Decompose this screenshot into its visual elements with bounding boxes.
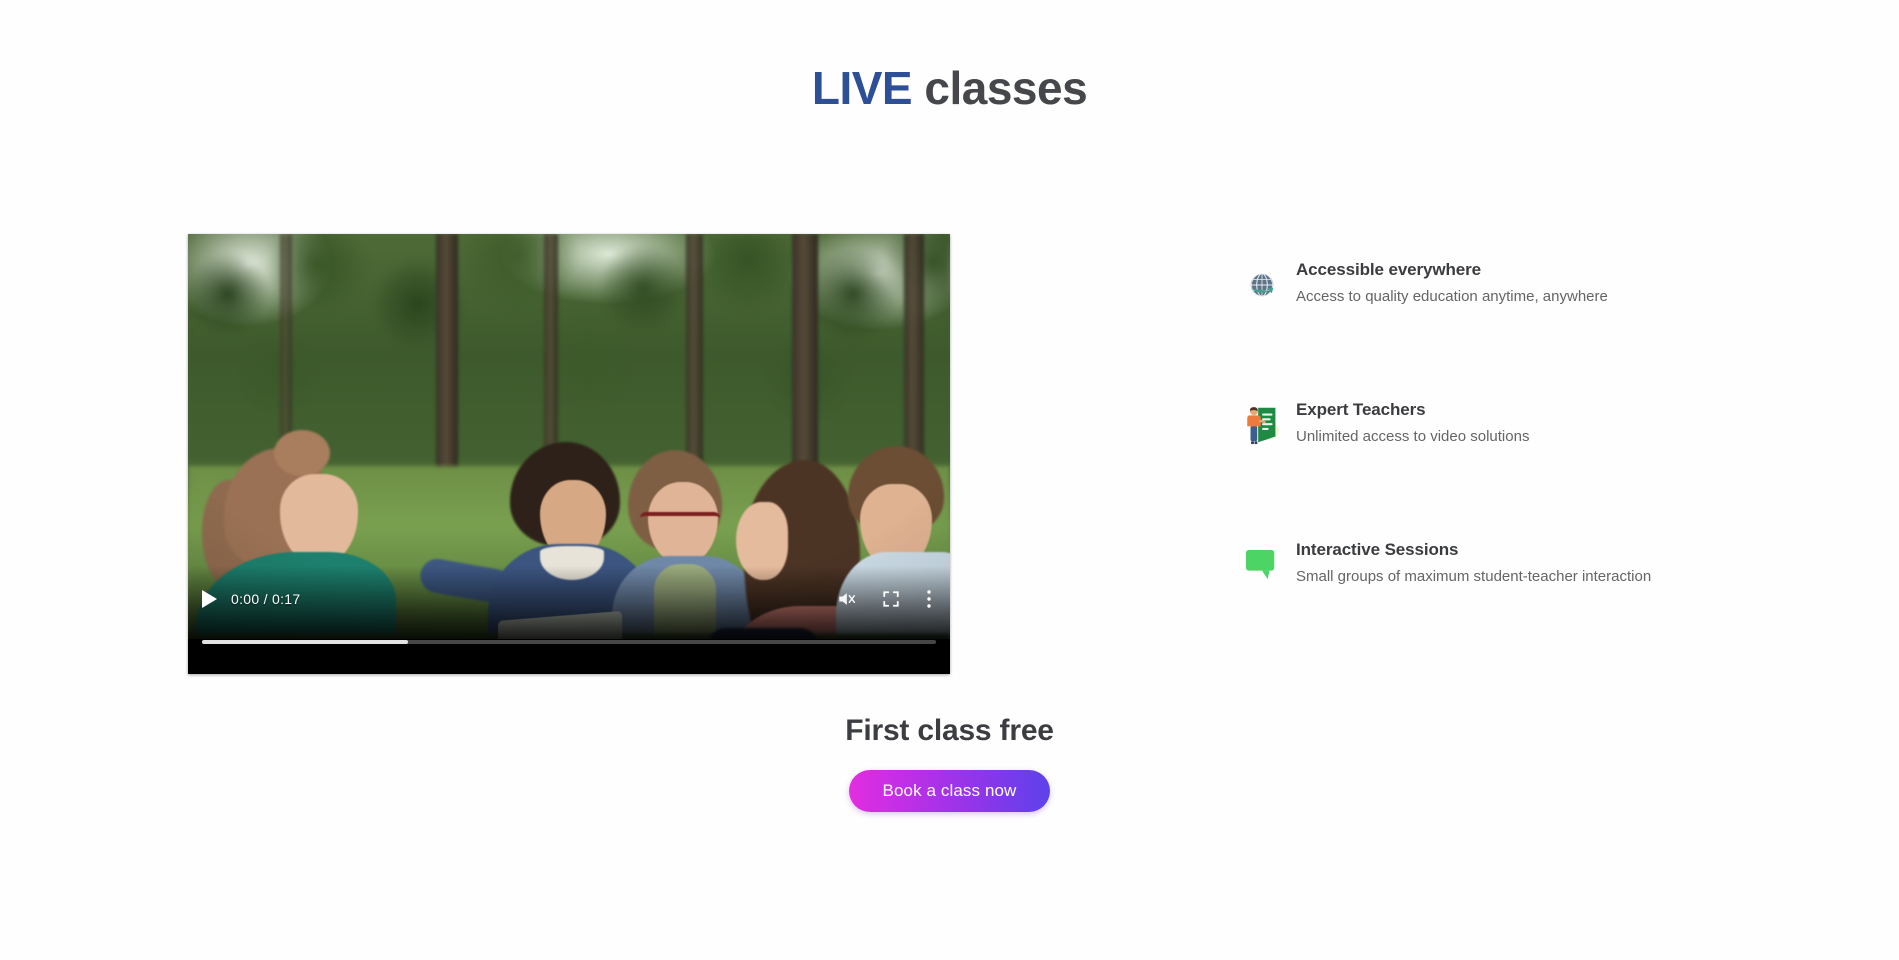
page-title: LIVE classes bbox=[0, 62, 1899, 115]
feature-description: Access to quality education anytime, any… bbox=[1296, 288, 1608, 306]
title-rest: classes bbox=[912, 62, 1088, 114]
video-progress-buffered bbox=[202, 640, 408, 644]
book-a-class-button[interactable]: Book a class now bbox=[848, 770, 1051, 812]
speech-bubble-icon bbox=[1238, 541, 1286, 589]
teacher-board-icon bbox=[1238, 401, 1286, 449]
feature-title: Interactive Sessions bbox=[1296, 540, 1459, 559]
feature-item-expert-teachers: Expert Teachers Unlimited access to vide… bbox=[1238, 398, 1838, 449]
video-player[interactable]: 0:00 / 0:17 bbox=[188, 234, 950, 674]
globe-icon bbox=[1238, 261, 1286, 309]
live-classes-page: LIVE classes 0:00 / 0:17 First class fre… bbox=[0, 0, 1899, 960]
feature-item-interactive-sessions: Interactive Sessions Small groups of max… bbox=[1238, 538, 1838, 589]
cta-heading: First class free bbox=[845, 714, 1054, 747]
features-list: Accessible everywhere Access to quality … bbox=[1238, 258, 1838, 589]
video-controls-bar: 0:00 / 0:17 bbox=[188, 582, 950, 616]
feature-description: Unlimited access to video solutions bbox=[1296, 428, 1530, 446]
video-progress-bar[interactable] bbox=[202, 640, 936, 644]
call-to-action-section: First class free Book a class now bbox=[0, 714, 1899, 812]
feature-title: Accessible everywhere bbox=[1296, 260, 1482, 279]
feature-description: Small groups of maximum student-teacher … bbox=[1296, 568, 1652, 586]
feature-title: Expert Teachers bbox=[1296, 400, 1426, 419]
eyeglasses bbox=[640, 512, 720, 532]
feature-item-accessible-everywhere: Accessible everywhere Access to quality … bbox=[1238, 258, 1838, 309]
fullscreen-icon[interactable] bbox=[882, 590, 900, 608]
more-options-icon[interactable] bbox=[926, 589, 932, 609]
video-time-display: 0:00 / 0:17 bbox=[231, 591, 301, 607]
play-icon[interactable] bbox=[202, 590, 217, 608]
mute-icon[interactable] bbox=[836, 589, 856, 609]
student-figure bbox=[274, 430, 330, 476]
title-highlight: LIVE bbox=[811, 62, 913, 114]
